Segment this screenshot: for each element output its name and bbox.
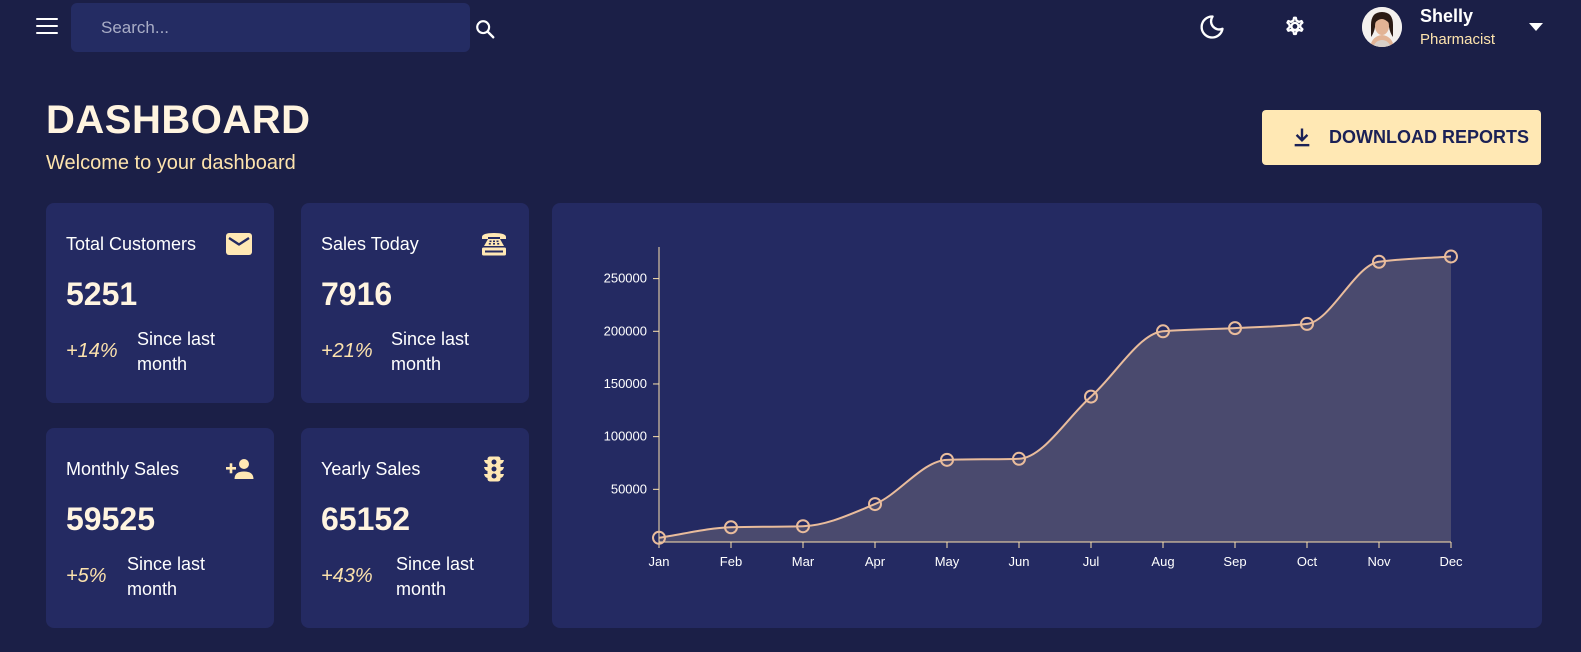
chart-y-tick-label: 50000 [611, 481, 647, 496]
menu-icon-bar [36, 32, 58, 34]
chart-y-ticks: 50000 100000 150000 200000 250000 [604, 271, 659, 496]
chart-x-tick-label: Apr [865, 554, 886, 569]
moon-icon[interactable] [1198, 13, 1226, 41]
chart-x-tick-label: Mar [792, 554, 815, 569]
chart-x-tick-label: Sep [1223, 554, 1246, 569]
chart-x-tick-label: May [935, 554, 960, 569]
card-change: +14% [66, 340, 118, 362]
chart-area-fill [659, 256, 1451, 542]
chart-x-tick-label: Jan [649, 554, 670, 569]
stat-card-sales-today: Sales Today 7916 +21% Since last month [301, 203, 529, 403]
card-value: 7916 [321, 276, 393, 312]
person-add-icon [226, 459, 254, 479]
card-value: 65152 [321, 501, 410, 537]
card-title: Monthly Sales [66, 459, 180, 479]
card-change: +5% [66, 565, 107, 587]
traffic-icon [484, 456, 504, 482]
chart-x-tick-label: Aug [1151, 554, 1174, 569]
user-role: Pharmacist [1420, 31, 1496, 48]
stat-card-total-customers: Total Customers 5251 +14% Since last mon… [46, 203, 274, 403]
chart-y-tick-label: 100000 [604, 429, 647, 444]
page-title: DASHBOARD [46, 98, 311, 142]
chart-x-tick-label: Dec [1439, 554, 1463, 569]
chart-x-tick-label: Jun [1009, 554, 1030, 569]
download-icon [1294, 128, 1310, 146]
chart-y-tick-label: 200000 [604, 323, 647, 338]
user-name: Shelly [1420, 6, 1474, 26]
avatar[interactable] [1362, 7, 1402, 47]
card-change: +43% [321, 565, 373, 587]
fax-icon [482, 233, 506, 256]
card-change: +21% [321, 340, 373, 362]
search-bar [71, 3, 495, 52]
chart-x-tick-label: Feb [720, 554, 742, 569]
stat-card-monthly-sales: Monthly Sales 59525 +5% Since last month [46, 428, 274, 628]
page-subtitle: Welcome to your dashboard [46, 152, 296, 174]
menu-icon-bar [36, 25, 58, 27]
card-since: Since last month [391, 329, 470, 374]
card-value: 5251 [66, 276, 138, 312]
card-since: Since last month [137, 329, 216, 374]
card-title: Sales Today [321, 234, 419, 254]
chart-y-tick-label: 150000 [604, 376, 647, 391]
sales-chart: 50000 100000 150000 200000 250000 Jan Feb Mar A… [604, 247, 1463, 569]
chart-y-tick-label: 250000 [604, 271, 647, 286]
caret-down-icon[interactable] [1528, 22, 1544, 32]
avatar-image [1362, 7, 1402, 47]
sales-chart-panel: 50000 100000 150000 200000 250000 Jan Feb Mar A… [552, 203, 1542, 628]
card-value: 59525 [66, 501, 155, 537]
download-reports-button[interactable]: DOWNLOAD REPORTS [1262, 110, 1541, 165]
menu-icon[interactable] [36, 17, 58, 35]
chart-x-tick-label: Nov [1367, 554, 1391, 569]
card-since: Since last month [396, 554, 475, 599]
card-title: Total Customers [66, 234, 197, 254]
chart-x-tick-label: Oct [1297, 554, 1318, 569]
menu-icon-bar [36, 18, 58, 20]
download-reports-label: DOWNLOAD REPORTS [1329, 127, 1529, 147]
search-icon[interactable] [474, 18, 496, 40]
chart-x-ticks: Jan Feb Mar Apr May Jun Jul Aug Sep Oct Nov Dec [649, 542, 1463, 569]
gear-icon[interactable] [1280, 13, 1308, 41]
card-title: Yearly Sales [321, 459, 421, 479]
mail-icon [226, 233, 252, 255]
stat-card-yearly-sales: Yearly Sales 65152 +43% Since last month [301, 428, 529, 628]
card-since: Since last month [127, 554, 206, 599]
chart-x-tick-label: Jul [1083, 554, 1100, 569]
search-input[interactable] [71, 3, 401, 52]
